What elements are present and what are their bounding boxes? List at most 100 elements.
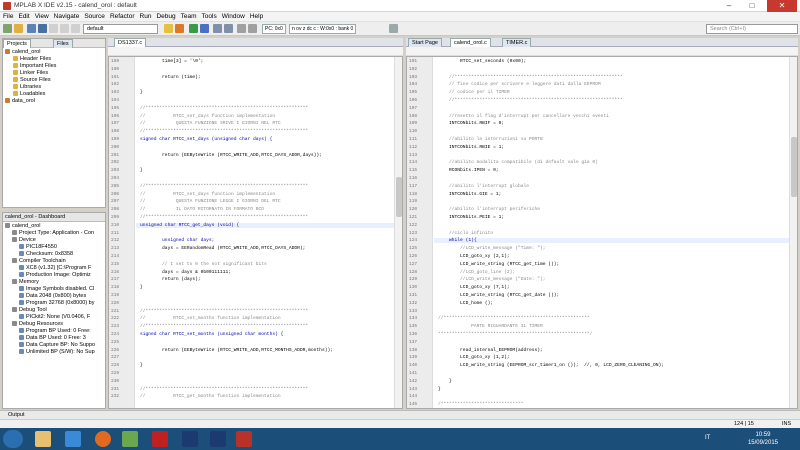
- menu-help[interactable]: Help: [250, 12, 263, 21]
- code-line[interactable]: LCD_goto_xy (7,1);: [438, 285, 510, 290]
- menu-file[interactable]: File: [3, 12, 13, 21]
- search-input[interactable]: Search (Ctrl+I): [706, 24, 798, 34]
- code-line[interactable]: //**************************************…: [140, 129, 308, 134]
- code-line[interactable]: //**************************************…: [140, 324, 308, 329]
- code-line[interactable]: }: [140, 285, 143, 290]
- code-line[interactable]: // RTCC_set_days function implementation: [140, 192, 275, 197]
- code-line[interactable]: unsigned char days;: [140, 238, 214, 243]
- code-line[interactable]: //**************************************…: [438, 316, 590, 321]
- file-explorer-icon[interactable]: [35, 431, 51, 447]
- dashboard-item[interactable]: Data 2048 (0x800) bytes: [5, 293, 103, 300]
- menu-source[interactable]: Source: [84, 12, 105, 21]
- scrollbar-right[interactable]: [789, 57, 797, 408]
- menu-team[interactable]: Team: [181, 12, 197, 21]
- code-line[interactable]: //abilito l'interrupt periferiche: [438, 207, 540, 212]
- dashboard-item[interactable]: Program 32768 (0x8000) by: [5, 300, 103, 307]
- code-line[interactable]: //**************************************…: [140, 215, 308, 220]
- dashboard-item[interactable]: Image Symbols disabled. Cl: [5, 286, 103, 293]
- firefox-icon[interactable]: [95, 431, 111, 447]
- language-indicator[interactable]: IT: [705, 435, 710, 441]
- maximize-button[interactable]: □: [741, 0, 763, 12]
- new-project-icon[interactable]: [3, 24, 12, 33]
- tab-projects[interactable]: Projects: [3, 39, 31, 48]
- code-line[interactable]: INTCONbits.PEIE = 1;: [438, 215, 504, 220]
- code-line[interactable]: //LCD_goto_line (2);: [438, 270, 515, 275]
- new-file-icon[interactable]: [27, 24, 36, 33]
- code-line[interactable]: }: [438, 379, 452, 384]
- save-icon[interactable]: [38, 24, 47, 33]
- code-line[interactable]: }: [140, 363, 143, 368]
- code-line[interactable]: // RTCC_set_days function implementation: [140, 114, 275, 119]
- dashboard-item[interactable]: Checksum: 0x8358: [5, 251, 103, 258]
- dashboard-item[interactable]: Unlimited BP (S/W): No Sup: [5, 349, 103, 356]
- dashboard-item[interactable]: PICkit2: None (V0.0406, F: [5, 314, 103, 321]
- code-line[interactable]: RTCC_set_seconds (0x00);: [438, 59, 526, 64]
- code-line[interactable]: RCONbits.IPEN = 0;: [438, 168, 499, 173]
- code-line[interactable]: //abilito modalita compatibile (di defau…: [438, 160, 598, 165]
- dashboard-item[interactable]: Compiler Toolchain: [5, 258, 103, 265]
- menu-run[interactable]: Run: [140, 12, 152, 21]
- code-line[interactable]: signed char RTCC_set_months (unsigned ch…: [140, 332, 283, 337]
- tree-item[interactable]: Header Files: [5, 56, 103, 63]
- code-line[interactable]: // fine codice per scrivere e leggere da…: [438, 82, 601, 87]
- tree-item[interactable]: Important Files: [5, 63, 103, 70]
- code-line[interactable]: //abilito le interruzioni su PORTB: [438, 137, 543, 142]
- code-line[interactable]: INTCONbits.RBIE = 1;: [438, 145, 504, 150]
- program-device-icon[interactable]: [213, 24, 222, 33]
- code-line[interactable]: INTCONbits.RBIF = 0;: [438, 121, 504, 126]
- tab-ds1337[interactable]: DS1337.c: [114, 38, 147, 47]
- menu-debug[interactable]: Debug: [156, 12, 175, 21]
- build-icon[interactable]: [164, 24, 173, 33]
- code-line[interactable]: ****************************************…: [438, 332, 592, 337]
- system-clock[interactable]: 10:59 15/09/2015: [748, 431, 778, 447]
- code-line[interactable]: return (EEByteWrite (RTCC_WRITE_ADD,RTCC…: [140, 153, 322, 158]
- code-editor-right[interactable]: 101 102 103 104 105 106 107 108 109 110 111 112 113 1…: [406, 56, 798, 409]
- tree-item[interactable]: Source Files: [5, 77, 103, 84]
- code-editor-left[interactable]: 189 190 191 192 193 194 195 196 197 198 199 200 201 2…: [108, 56, 403, 409]
- menu-window[interactable]: Window: [222, 12, 245, 21]
- code-line[interactable]: return (days);: [140, 277, 201, 282]
- internet-explorer-icon[interactable]: [65, 431, 81, 447]
- code-line[interactable]: // IL DATO RITORNATO IN FORMATO BCD: [140, 207, 264, 212]
- dashboard-item[interactable]: Production Image: Optimiz: [5, 272, 103, 279]
- photoshop-icon-2[interactable]: [210, 431, 226, 447]
- clean-build-icon[interactable]: [175, 24, 184, 33]
- tree-item[interactable]: data_orol: [5, 98, 103, 105]
- code-line[interactable]: }: [140, 168, 143, 173]
- dashboard-item[interactable]: Debug Resources: [5, 321, 103, 328]
- dashboard-item[interactable]: Project Type: Application - Con: [5, 230, 103, 237]
- code-line[interactable]: //**************************************…: [140, 106, 308, 111]
- power-icon[interactable]: [248, 24, 257, 33]
- code-line[interactable]: unsigned char RTCC_get_days (void) {: [136, 222, 394, 228]
- dashboard-item[interactable]: calend_orol: [5, 223, 103, 230]
- code-line[interactable]: // RTCC_set_months function implementati…: [140, 316, 281, 321]
- code-line[interactable]: LCD_write_string (RTCC_get_time ());: [438, 262, 559, 267]
- dashboard-item[interactable]: XC8 (v1.32) [C:\Program F: [5, 265, 103, 272]
- code-line[interactable]: }: [438, 387, 441, 392]
- code-line[interactable]: LCD_goto_xy (2,1);: [438, 254, 510, 259]
- code-line[interactable]: //**************************************…: [438, 75, 623, 80]
- code-line[interactable]: signed char RTCC_set_days (unsigned char…: [140, 137, 272, 142]
- code-line[interactable]: LCD_write_string (RTCC_get_date ());: [438, 293, 559, 298]
- tab-files[interactable]: Files: [53, 39, 73, 48]
- code-line[interactable]: //**************************************…: [438, 98, 623, 103]
- code-line[interactable]: // I set to 0 the not significant bits: [140, 262, 267, 267]
- close-button[interactable]: ✕: [767, 0, 797, 12]
- code-line[interactable]: //LCD_write_message ("Time: ");: [438, 246, 545, 251]
- hold-reset-icon[interactable]: [237, 24, 246, 33]
- code-line[interactable]: //abilito l'interrupt globale: [438, 184, 529, 189]
- minimize-button[interactable]: –: [718, 0, 740, 12]
- config-icon[interactable]: [71, 24, 80, 33]
- undo-icon[interactable]: [49, 24, 58, 33]
- menu-edit[interactable]: Edit: [18, 12, 29, 21]
- code-line[interactable]: while (1){: [434, 238, 789, 244]
- open-project-icon[interactable]: [14, 24, 23, 33]
- start-button[interactable]: [3, 430, 23, 448]
- code-line[interactable]: return (EEByteWrite (RTCC_WRITE_ADD,RTCC…: [140, 348, 333, 353]
- code-line[interactable]: return (time);: [140, 75, 201, 80]
- code-line[interactable]: // QUESTA FUNZIONE SRIVE I GIORNI NEL RT…: [140, 121, 281, 126]
- run-icon[interactable]: [189, 24, 198, 33]
- tree-item[interactable]: Libraries: [5, 84, 103, 91]
- dashboard-item[interactable]: Memory: [5, 279, 103, 286]
- code-line[interactable]: // codice per il TIMER: [438, 90, 510, 95]
